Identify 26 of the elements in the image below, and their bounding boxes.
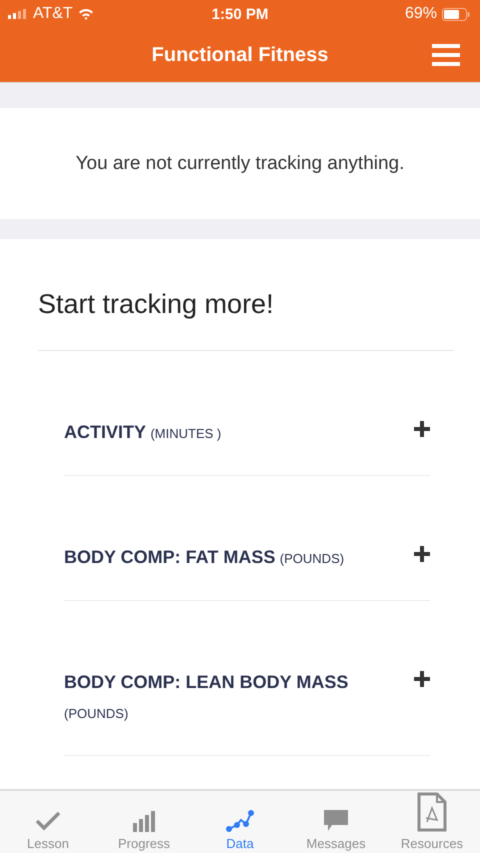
header-title: Functional Fitness [152,44,328,66]
battery-icon [442,8,470,20]
bar-chart-icon [133,810,155,832]
tab[interactable]: Progress [96,791,192,853]
section-title: Start tracking more! [38,289,275,320]
tab[interactable]: Messages [288,791,384,853]
line-chart-icon [226,810,254,832]
battery-percent: 69% [404,5,437,23]
add-icon[interactable] [414,546,430,562]
signal-icon [8,9,28,19]
tracker-label: BODY COMP: LEAN BODY MASS (POUNDS) [64,671,350,723]
tab[interactable]: Resources [384,791,480,853]
add-icon[interactable] [414,421,430,437]
speech-bubble-icon [324,810,348,832]
pdf-file-icon [417,792,447,832]
tab[interactable]: Data [192,791,288,853]
wifi-icon [78,8,94,20]
add-icon[interactable] [414,671,430,687]
carrier-name: AT&T [33,5,73,23]
tracker-label: BODY COMP: FAT MASS (POUNDS) [64,546,344,569]
notice-text: You are not currently tracking anything. [76,152,404,174]
tracker-label: ACTIVITY (MINUTES ) [64,421,222,444]
menu-icon[interactable] [432,44,460,66]
checkmark-icon [35,810,61,832]
tab[interactable]: Lesson [0,791,96,853]
status-time: 1:50 PM [212,6,268,22]
